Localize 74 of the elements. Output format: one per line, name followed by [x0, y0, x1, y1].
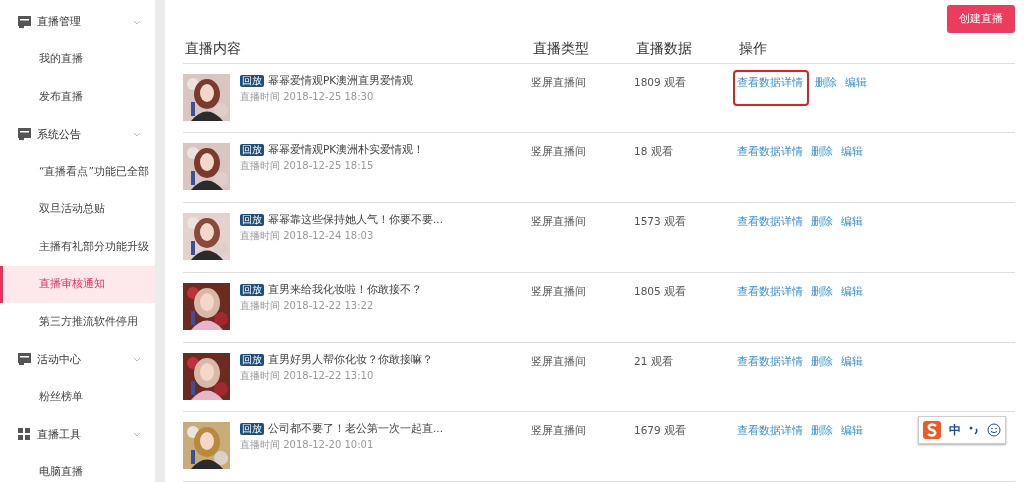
table-cell-text: 竖屏直播间 [531, 214, 587, 230]
replay-badge: 回放 [240, 214, 264, 227]
sidebar-group[interactable]: 直播管理 [0, 3, 155, 41]
action-link[interactable]: 编辑 [841, 141, 863, 164]
action-link[interactable]: 编辑 [841, 350, 863, 373]
table-cell-text: 1679 观看 [634, 423, 688, 439]
sidebar-item[interactable]: 粉丝榜单 [0, 378, 155, 416]
live-time: 直播时间 2018-12-22 13:22 [240, 298, 375, 313]
action-link[interactable]: 查看数据详情 [737, 280, 803, 303]
sidebar-item[interactable]: 电脑直播 [0, 453, 155, 482]
sidebar-group[interactable]: 直播工具 [0, 415, 155, 453]
action-link[interactable]: 删除 [811, 420, 833, 443]
live-title[interactable]: 直男好男人帮你化妆？你敢接嘛？ [268, 352, 433, 367]
action-link[interactable]: 删除 [815, 71, 837, 104]
monitor-icon [18, 15, 31, 28]
table-cell-text: 1573 观看 [634, 214, 688, 230]
create-button[interactable]: 创建直播 [947, 5, 1015, 33]
sidebar-item[interactable]: 主播有礼部分功能升级 [0, 228, 155, 266]
table-cell-text: 18 观看 [634, 144, 674, 160]
replay-badge: 回放 [240, 283, 264, 296]
column-header: 直播内容 [184, 40, 242, 59]
live-title[interactable]: 公司都不要了！老公第一次一起直... [268, 422, 443, 437]
action-link[interactable]: 查看数据详情 [737, 141, 803, 164]
sidebar-item[interactable]: 第三方推流软件停用 [0, 303, 155, 341]
monitor-icon [18, 128, 31, 141]
action-link[interactable]: 删除 [811, 141, 833, 164]
table-cell-text: 竖屏直播间 [531, 74, 587, 90]
smiley-icon[interactable] [987, 423, 1001, 437]
action-link[interactable]: 查看数据详情 [735, 71, 807, 104]
action-link[interactable]: 编辑 [841, 211, 863, 234]
column-header: 直播类型 [532, 40, 590, 59]
punctuation-icon[interactable] [969, 424, 979, 436]
table-cell-text: 竖屏直播间 [531, 423, 587, 439]
sidebar-item[interactable]: 双旦活动总贴 [0, 190, 155, 228]
sidebar-item[interactable]: “直播看点”功能已全部 [0, 153, 155, 191]
action-link[interactable]: 删除 [811, 211, 833, 234]
sidebar-group[interactable]: 系统公告 [0, 115, 155, 153]
monitor-icon [18, 353, 31, 366]
grid-icon [18, 428, 31, 441]
ime-mode[interactable]: 中 [949, 421, 961, 439]
sidebar-item[interactable]: 我的直播 [0, 40, 155, 78]
sidebar-item[interactable]: 直播审核通知 [0, 265, 155, 303]
live-time: 直播时间 2018-12-25 18:30 [240, 89, 375, 104]
replay-badge: 回放 [240, 353, 264, 366]
table-cell-text: 1805 观看 [634, 283, 688, 299]
table-cell-text: 竖屏直播间 [531, 283, 587, 299]
ime-logo-icon[interactable] [923, 421, 941, 439]
action-link[interactable]: 删除 [811, 350, 833, 373]
live-title[interactable]: 幂幂爱情观PK澳洲朴实爱情观！ [268, 143, 425, 158]
table-cell-text: 竖屏直播间 [531, 144, 587, 160]
action-link[interactable]: 编辑 [841, 420, 863, 443]
replay-badge: 回放 [240, 144, 264, 157]
action-link[interactable]: 查看数据详情 [737, 420, 803, 443]
live-time: 直播时间 2018-12-25 18:15 [240, 159, 375, 174]
table-cell-text: 21 观看 [634, 353, 674, 369]
column-header: 操作 [738, 40, 768, 59]
live-time: 直播时间 2018-12-24 18:03 [240, 229, 375, 244]
live-title[interactable]: 直男来给我化妆啦！你敢接不？ [268, 282, 422, 297]
replay-badge: 回放 [240, 423, 264, 436]
sidebar-item[interactable]: 发布直播 [0, 78, 155, 116]
action-link[interactable]: 编辑 [845, 71, 867, 104]
sidebar-group[interactable]: 活动中心 [0, 340, 155, 378]
action-link[interactable]: 编辑 [841, 280, 863, 303]
column-header: 直播数据 [635, 40, 693, 59]
action-link[interactable]: 查看数据详情 [737, 211, 803, 234]
table-cell-text: 1809 观看 [634, 74, 688, 90]
replay-badge: 回放 [240, 74, 264, 87]
live-title[interactable]: 幂幂爱情观PK澳洲直男爱情观 [268, 73, 414, 88]
action-link[interactable]: 查看数据详情 [737, 350, 803, 373]
action-link[interactable]: 删除 [811, 280, 833, 303]
live-title[interactable]: 幂幂靠这些保持她人气！你要不要... [268, 213, 443, 228]
live-time: 直播时间 2018-12-22 13:10 [240, 368, 375, 383]
table-cell-text: 竖屏直播间 [531, 353, 587, 369]
live-time: 直播时间 2018-12-20 10:01 [240, 438, 375, 453]
